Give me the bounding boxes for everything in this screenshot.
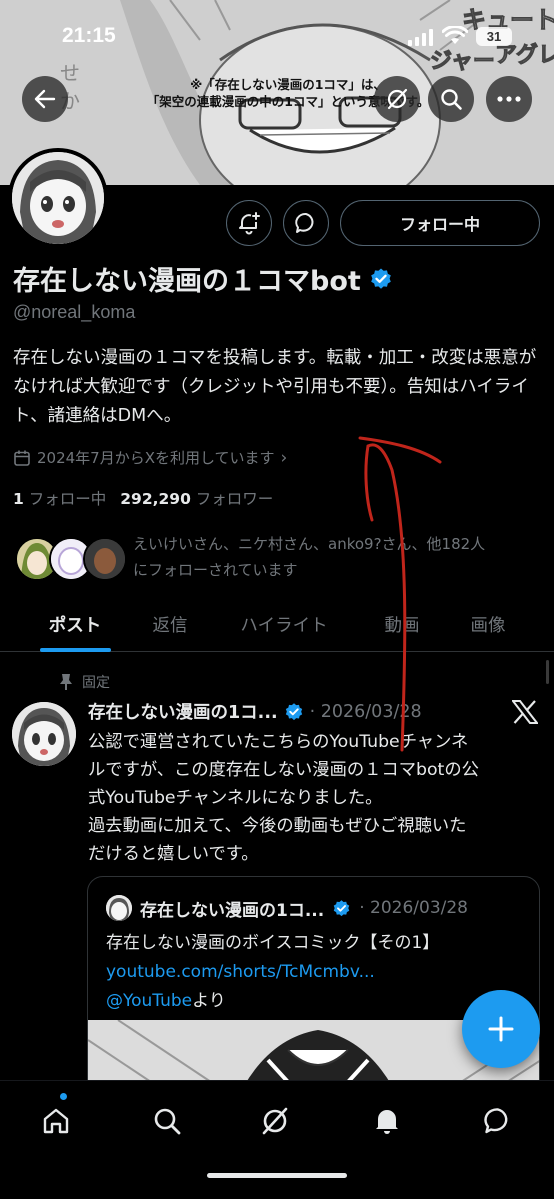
notify-add-icon — [239, 212, 260, 235]
follow-stats: 1 フォロー中 292,290 フォロワー — [13, 487, 273, 509]
followers-label: フォロワー — [195, 490, 274, 508]
status-time: 21:15 — [62, 24, 116, 47]
search-icon — [441, 89, 462, 110]
quote-header: 存在しない漫画の1コ... · 2026/03/28 — [106, 895, 468, 921]
post-author-name[interactable]: 存在しない漫画の1コ... — [88, 699, 278, 724]
post-date[interactable]: · 2026/03/28 — [310, 702, 422, 722]
nav-notifications[interactable] — [365, 1099, 409, 1143]
svg-text:せ: せ — [60, 61, 80, 85]
home-icon — [43, 1108, 69, 1134]
bell-icon — [376, 1110, 398, 1134]
post-text-line: 公認で運営されていたこちらのYouTubeチャンネ — [88, 732, 469, 752]
nav-grok[interactable] — [253, 1099, 297, 1143]
profile-avatar[interactable] — [8, 148, 108, 248]
post-text-line: だけると嬉しいです。 — [88, 844, 259, 864]
post-author-avatar[interactable] — [12, 702, 76, 766]
post-avatar-art — [12, 702, 76, 766]
tab-posts[interactable]: ポスト — [22, 596, 128, 652]
tab-images[interactable]: 画像 — [448, 596, 528, 652]
post-text-line: ルですが、この度存在しない漫画の１コマbotの公 — [88, 760, 479, 780]
more-button[interactable] — [486, 76, 532, 122]
verified-badge-icon — [285, 702, 302, 720]
following-count: 1 — [13, 490, 24, 508]
joined-text: 2024年7月からXを利用しています — [37, 449, 275, 467]
x-logo-icon — [512, 700, 538, 724]
chevron-right-icon[interactable]: › — [281, 448, 288, 468]
more-icon — [497, 96, 521, 102]
followers-count: 292,290 — [120, 490, 191, 508]
battery-indicator: 31 — [476, 27, 512, 46]
back-button[interactable] — [22, 76, 68, 122]
messages-icon — [484, 1108, 508, 1134]
followed-by-line1: えいけいさん、ニケ村さん、anko9?さん、他182人 — [133, 535, 486, 553]
joined-date: 2024年7月からXを利用しています › — [13, 447, 287, 468]
home-unread-dot — [60, 1093, 67, 1100]
active-tab-indicator — [40, 648, 111, 652]
grok-icon — [387, 88, 408, 110]
search-icon — [154, 1108, 181, 1135]
quoted-post[interactable]: 存在しない漫画の1コ... · 2026/03/28 存在しない漫画のボイスコミ… — [87, 876, 540, 1106]
post-text-line: 式YouTubeチャンネルになりました。 — [88, 788, 383, 808]
quote-mention[interactable]: @YouTube — [106, 991, 192, 1011]
notify-button[interactable] — [226, 200, 272, 246]
verified-badge-icon — [333, 899, 350, 916]
pinned-indicator: 固定 — [58, 672, 110, 692]
followers-link[interactable]: 292,290 フォロワー — [120, 487, 273, 509]
pin-icon — [60, 674, 72, 690]
quote-text: 存在しない漫画のボイスコミック【その1】 — [106, 933, 440, 953]
calendar-icon — [14, 450, 30, 466]
compose-button[interactable] — [462, 990, 540, 1068]
quote-mention-suffix: より — [192, 991, 226, 1011]
quote-link[interactable]: youtube.com/shorts/TcMcmbv... — [106, 958, 526, 987]
tab-replies[interactable]: 返信 — [130, 596, 210, 652]
pinned-label: 固定 — [82, 675, 110, 691]
back-arrow-icon — [34, 89, 56, 109]
profile-tabs: ポスト 返信 ハイライト 動画 画像 — [0, 596, 554, 652]
following-button[interactable]: フォロー中 — [340, 200, 540, 246]
tab-videos[interactable]: 動画 — [362, 596, 442, 652]
home-indicator[interactable] — [207, 1173, 347, 1178]
avatar-manga-girl — [12, 152, 104, 244]
grok-icon — [262, 1107, 288, 1135]
following-link[interactable]: 1 フォロー中 — [13, 487, 106, 509]
quote-author-avatar — [106, 895, 132, 921]
grok-button[interactable] — [374, 76, 420, 122]
followed-by-line2: にフォローされています — [133, 561, 298, 579]
followed-by-text: えいけいさん、ニケ村さん、anko9?さん、他182人 にフォローされています — [133, 531, 553, 583]
scrollbar[interactable] — [546, 660, 549, 684]
nav-messages[interactable] — [476, 1099, 520, 1143]
compose-plus-icon — [488, 1016, 514, 1042]
display-name: 存在しない漫画の１コマbot — [13, 266, 361, 297]
nav-search[interactable] — [145, 1099, 189, 1143]
quote-author-name: 存在しない漫画の1コ... — [140, 900, 325, 921]
post-text-line: 過去動画に加えて、今後の動画もぜひご視聴いた — [88, 816, 467, 836]
following-label: フォロー中 — [28, 490, 107, 508]
search-button[interactable] — [428, 76, 474, 122]
profile-bio: 存在しない漫画の１コマを投稿します。転載・加工・改変は悪意がなければ大歓迎です（… — [13, 348, 537, 426]
quote-date: · 2026/03/28 — [359, 898, 468, 918]
status-bar: 21:15 31 — [0, 20, 554, 54]
post-header: 存在しない漫画の1コ... · 2026/03/28 — [88, 699, 488, 724]
tab-highlights[interactable]: ハイライト — [220, 596, 348, 652]
post-text: 公認で運営されていたこちらのYouTubeチャンネ ルですが、この度存在しない漫… — [88, 728, 544, 868]
followers-you-know[interactable]: えいけいさん、ニケ村さん、anko9?さん、他182人 にフォローされています — [13, 531, 543, 591]
quote-text-block: 存在しない漫画のボイスコミック【その1】 youtube.com/shorts/… — [106, 929, 526, 1016]
wifi-icon — [442, 26, 468, 44]
message-icon — [295, 212, 314, 233]
follower-avatar — [83, 537, 127, 581]
verified-badge-icon[interactable] — [369, 267, 393, 291]
cellular-signal-icon — [408, 28, 433, 46]
profile-handle: @noreal_koma — [13, 302, 136, 322]
bottom-navigation — [0, 1080, 554, 1199]
nav-home[interactable] — [34, 1099, 78, 1143]
message-button[interactable] — [283, 200, 329, 246]
display-name-row: 存在しない漫画の１コマbot — [13, 259, 393, 298]
